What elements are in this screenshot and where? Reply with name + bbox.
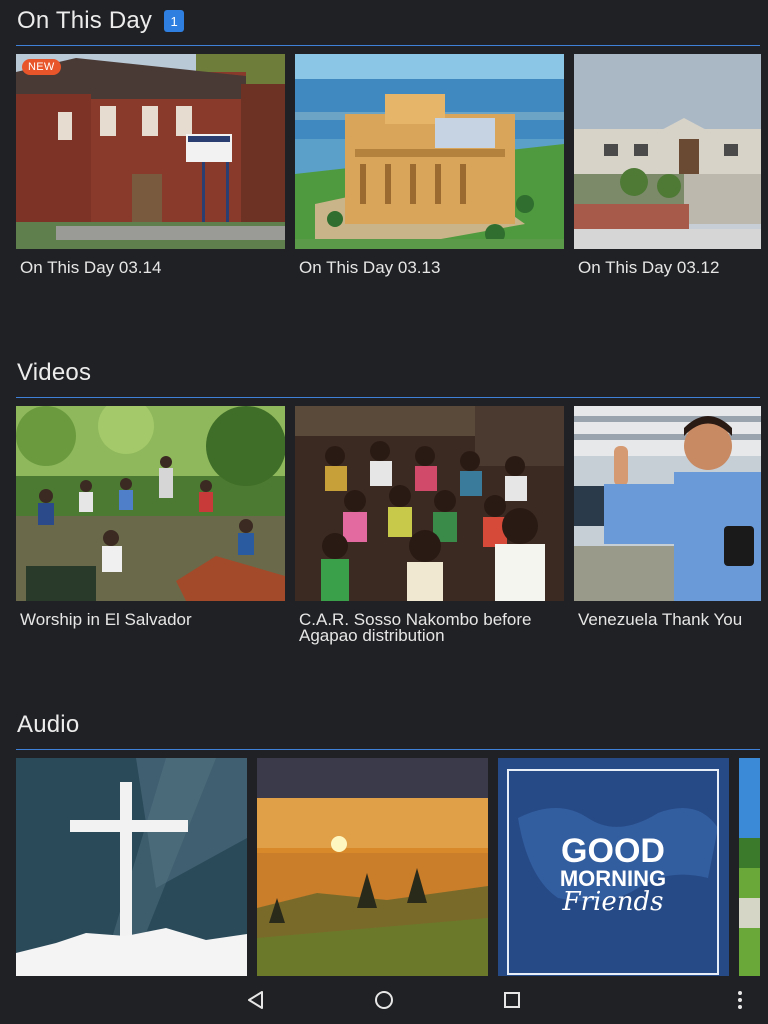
on-this-day-carousel[interactable]: NEW On This Day 03.14 On This Day 03.13 … [16,54,768,294]
card-thumbnail [574,54,761,249]
count-badge: 1 [164,10,185,32]
new-badge: NEW [22,59,61,75]
art-text-good: GOOD [561,832,665,870]
card-caption: C.A.R. Sosso Nakombo before Agapao distr… [299,610,532,645]
sunrise-landscape [257,758,488,976]
section-divider [16,749,760,750]
card-thumbnail [574,406,761,601]
on-this-day-header[interactable]: On This Day 1 [17,1,185,41]
audio-carousel[interactable]: GOOD MORNING Friends [16,758,768,976]
audio-header[interactable]: Audio [17,705,79,745]
system-nav-bar [0,976,768,1024]
back-icon[interactable] [244,988,268,1012]
section-divider [16,397,760,398]
home-icon[interactable] [372,988,396,1012]
overflow-menu-icon[interactable] [728,988,752,1012]
section-title: Audio [17,711,80,738]
recents-icon[interactable] [500,988,524,1012]
videos-header[interactable]: Videos [17,353,91,393]
card-caption: Venezuela Thank You [578,610,743,629]
videos-carousel[interactable]: Worship in El Salvador C.A.R. Sosso Nako… [16,406,768,666]
good-morning-friends-artwork: GOOD MORNING Friends [498,758,729,976]
art-text-friends: Friends [562,887,664,917]
card-caption: Worship in El Salvador [20,610,192,629]
section-title: On This Day [17,7,153,34]
cross-artwork [16,758,247,976]
section-divider [16,45,760,46]
section-title: Videos [17,359,92,386]
card-thumbnail [295,54,564,249]
card-caption: On This Day 03.13 [299,258,441,277]
partial-landscape [739,758,760,976]
card-caption: On This Day 03.12 [578,258,720,277]
card-thumbnail [295,406,564,601]
card-thumbnail [16,406,285,601]
card-thumbnail: NEW [16,54,285,249]
card-caption: On This Day 03.14 [20,258,162,277]
